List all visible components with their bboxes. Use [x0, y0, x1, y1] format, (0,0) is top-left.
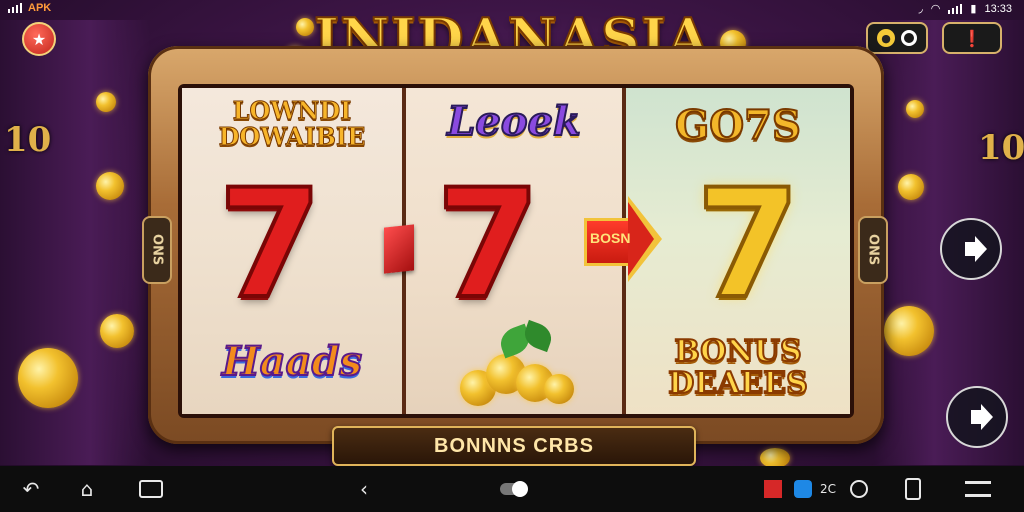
reel-1: LOWNDI DOWAIBIE 7 Haads	[182, 88, 402, 414]
app-icon[interactable]	[762, 476, 784, 502]
bonus-bar[interactable]: BONNNS CRBS	[332, 426, 696, 466]
chevron-left-icon[interactable]: ‹	[352, 476, 376, 502]
coin-decoration	[898, 174, 924, 200]
reel-3-bottom-symbol: BONUS DEAEES	[667, 334, 809, 401]
coin-decoration	[18, 348, 78, 408]
side-number-left: 10	[4, 120, 52, 160]
status-text: 2C	[819, 482, 836, 496]
volume-button[interactable]	[946, 386, 1008, 448]
toggle-icon[interactable]	[496, 476, 530, 502]
app-icon[interactable]	[792, 476, 814, 502]
coin-decoration	[760, 448, 790, 468]
coin-decoration	[96, 172, 124, 200]
reel-1-seven-symbol: 7	[216, 158, 324, 332]
sound-button[interactable]	[940, 218, 1002, 280]
recents-icon[interactable]	[134, 476, 168, 502]
reel-1-bottom-symbol: Haads	[221, 337, 363, 386]
ruby-gem-symbol	[384, 224, 414, 274]
reels-window: LOWNDI DOWAIBIE 7 Haads Leoek 7 GO7S 7 B…	[178, 84, 854, 418]
slot-machine-frame: LOWNDI DOWAIBIE 7 Haads Leoek 7 GO7S 7 B…	[148, 46, 884, 444]
reel-2-seven-symbol: 7	[434, 158, 542, 332]
bonus-arrow: BOSN	[584, 196, 662, 282]
coin-decoration	[96, 92, 116, 112]
arrow-label: BOSN	[590, 230, 631, 246]
left-curtain	[0, 20, 150, 465]
reel-2-top-symbol: Leoek	[446, 97, 581, 146]
reel-3-golden-seven-symbol: 7	[694, 158, 802, 332]
navigation-bar: ↶ ⌂ ‹ 2C	[0, 466, 1024, 512]
reel-1-top-symbol: LOWNDI DOWAIBIE	[218, 96, 366, 151]
tablet-icon[interactable]	[898, 476, 928, 502]
bonus-bar-label: BONNNS CRBS	[434, 434, 594, 457]
reel-3-top-symbol: GO7S	[674, 101, 802, 150]
back-icon[interactable]: ↶	[16, 476, 46, 502]
coin-decoration	[100, 314, 134, 348]
coin-decoration	[884, 306, 934, 356]
side-number-right: 10	[978, 128, 1024, 168]
side-tag-right: ONS	[858, 216, 888, 284]
home-icon[interactable]: ⌂	[72, 476, 102, 502]
minimize-icon[interactable]	[960, 476, 996, 502]
coin-stack-symbol	[460, 319, 574, 406]
side-tag-left: ONS	[142, 216, 172, 284]
circle-icon[interactable]	[848, 476, 870, 502]
coin-decoration	[906, 100, 924, 118]
speaker-icon	[965, 236, 987, 262]
speaker-icon	[971, 404, 993, 430]
